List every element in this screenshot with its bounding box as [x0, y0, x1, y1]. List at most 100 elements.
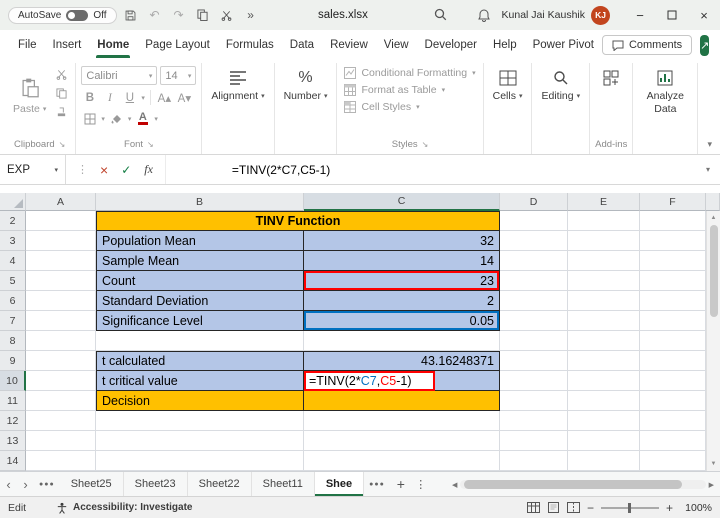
sheet-tab-active[interactable]: Shee	[314, 472, 365, 496]
undo-icon[interactable]: ↶	[145, 4, 165, 26]
scroll-left-icon[interactable]: ◀	[452, 481, 457, 489]
maximize-button[interactable]	[656, 0, 688, 30]
kebab-menu-icon[interactable]: ⋮	[412, 472, 430, 496]
fill-color-button[interactable]	[108, 110, 125, 127]
row-header-7[interactable]: 7	[0, 311, 26, 331]
autosave-control[interactable]: AutoSave Off	[8, 6, 117, 24]
accessibility-status[interactable]: Accessibility: Investigate	[56, 502, 193, 514]
cell-C3[interactable]: 32	[304, 231, 500, 251]
bold-button[interactable]: B	[81, 89, 98, 106]
drag-handle-icon[interactable]: ⋮	[72, 163, 93, 176]
menu-tab-power-pivot[interactable]: Power Pivot	[525, 32, 602, 58]
enter-icon[interactable]: ✓	[115, 163, 137, 177]
cell-B11[interactable]: Decision	[96, 391, 304, 411]
row-header-4[interactable]: 4	[0, 251, 26, 271]
minimize-button[interactable]: −	[624, 0, 656, 30]
col-header-a[interactable]: A	[26, 193, 96, 211]
row-header-2[interactable]: 2	[0, 211, 26, 231]
addins-button[interactable]	[595, 64, 627, 88]
copy-button[interactable]	[53, 85, 70, 102]
sheet-tab-sheet23[interactable]: Sheet23	[124, 472, 188, 496]
tabs-scroll-left-icon[interactable]: ‹	[0, 472, 17, 496]
cell-B9[interactable]: t calculated	[96, 351, 304, 371]
menu-tab-data[interactable]: Data	[282, 32, 322, 58]
underline-button[interactable]: U	[121, 89, 138, 106]
row-header-14[interactable]: 14	[0, 451, 26, 471]
cell-C11[interactable]	[304, 391, 500, 411]
row-header-5[interactable]: 5	[0, 271, 26, 291]
col-header-f[interactable]: F	[640, 193, 706, 211]
cell-C6[interactable]: 2	[304, 291, 500, 311]
chevron-down-icon[interactable]: ▾	[154, 115, 158, 123]
menu-tab-view[interactable]: View	[376, 32, 417, 58]
vertical-scrollbar[interactable]: ▲ ▼	[706, 211, 720, 471]
col-header-c[interactable]: C	[304, 193, 500, 211]
tabs-scroll-right-icon[interactable]: ›	[17, 472, 34, 496]
dialog-launcher-icon[interactable]: ↘	[147, 140, 154, 149]
menu-tab-page-layout[interactable]: Page Layout	[137, 32, 218, 58]
zoom-slider-thumb[interactable]	[627, 502, 631, 513]
font-color-button[interactable]: A	[134, 110, 151, 127]
cell-C5[interactable]: 23	[304, 271, 500, 291]
number-format-button[interactable]: % Number ▾	[280, 64, 332, 104]
conditional-formatting-button[interactable]: Conditional Formatting ▾	[342, 64, 477, 81]
cell-B10[interactable]: t critical value	[96, 371, 304, 391]
sheet-tab-sheet25[interactable]: Sheet25	[60, 472, 124, 496]
menu-tab-help[interactable]: Help	[485, 32, 525, 58]
cancel-icon[interactable]: ×	[94, 162, 114, 178]
italic-button[interactable]: I	[101, 89, 118, 106]
menu-tab-formulas[interactable]: Formulas	[218, 32, 282, 58]
cell-C10-formula-editor[interactable]: =TINV(2* C7, C5 -1)	[304, 371, 435, 391]
cell-B4[interactable]: Sample Mean	[96, 251, 304, 271]
row-header-12[interactable]: 12	[0, 411, 26, 431]
scroll-right-icon[interactable]: ▶	[709, 481, 714, 489]
select-all-corner[interactable]	[0, 193, 26, 211]
formula-input[interactable]: =TINV(2*C7,C5-1)	[166, 155, 696, 184]
expand-formula-bar-icon[interactable]: ▾	[696, 155, 720, 184]
decrease-font-size-button[interactable]: A▾	[176, 89, 193, 106]
row-header-6[interactable]: 6	[0, 291, 26, 311]
comments-button[interactable]: Comments	[601, 35, 693, 55]
more-commands-icon[interactable]: »	[241, 4, 261, 26]
more-sheets-left-icon[interactable]: ●●●	[34, 472, 60, 496]
font-size-select[interactable]: 14 ▾	[160, 66, 197, 85]
row-header-10[interactable]: 10	[0, 371, 26, 391]
cell-styles-button[interactable]: Cell Styles ▾	[342, 98, 477, 115]
menu-tab-insert[interactable]: Insert	[45, 32, 90, 58]
cell-B6[interactable]: Standard Deviation	[96, 291, 304, 311]
zoom-level[interactable]: 100%	[680, 502, 712, 514]
row-header-9[interactable]: 9	[0, 351, 26, 371]
name-box[interactable]: EXP ▾	[0, 155, 66, 184]
more-sheets-right-icon[interactable]: ●●●	[364, 472, 390, 496]
share-button[interactable]: ↗	[700, 34, 710, 56]
sheet-tab-sheet22[interactable]: Sheet22	[188, 472, 252, 496]
cell-B3[interactable]: Population Mean	[96, 231, 304, 251]
close-button[interactable]: ×	[688, 0, 720, 30]
zoom-slider[interactable]	[600, 502, 659, 513]
zoom-out-button[interactable]: −	[587, 501, 594, 515]
cut-button[interactable]	[53, 66, 70, 83]
copy-icon[interactable]	[193, 4, 213, 26]
font-name-select[interactable]: Calibri ▾	[81, 66, 158, 85]
cell-C9[interactable]: 43.16248371	[304, 351, 500, 371]
menu-tab-home[interactable]: Home	[89, 32, 137, 58]
user-name[interactable]: Kunal Jai Kaushik	[502, 9, 585, 21]
row-header-3[interactable]: 3	[0, 231, 26, 251]
user-avatar[interactable]: KJ	[591, 5, 610, 25]
paste-button[interactable]: Paste ▾	[9, 71, 50, 117]
borders-button[interactable]	[81, 110, 98, 127]
menu-tab-file[interactable]: File	[10, 32, 45, 58]
dialog-launcher-icon[interactable]: ↘	[422, 140, 429, 149]
row-header-8[interactable]: 8	[0, 331, 26, 351]
collapse-ribbon-icon[interactable]: ▾	[707, 139, 712, 150]
increase-font-size-button[interactable]: A▴	[156, 89, 173, 106]
menu-tab-developer[interactable]: Developer	[417, 32, 485, 58]
search-icon[interactable]	[434, 8, 447, 24]
page-layout-view-icon[interactable]	[547, 502, 560, 513]
chevron-down-icon[interactable]: ▾	[141, 94, 145, 102]
row-header-13[interactable]: 13	[0, 431, 26, 451]
col-header-b[interactable]: B	[96, 193, 304, 211]
zoom-in-button[interactable]: +	[666, 501, 673, 515]
row-header-11[interactable]: 11	[0, 391, 26, 411]
col-header-e[interactable]: E	[568, 193, 640, 211]
